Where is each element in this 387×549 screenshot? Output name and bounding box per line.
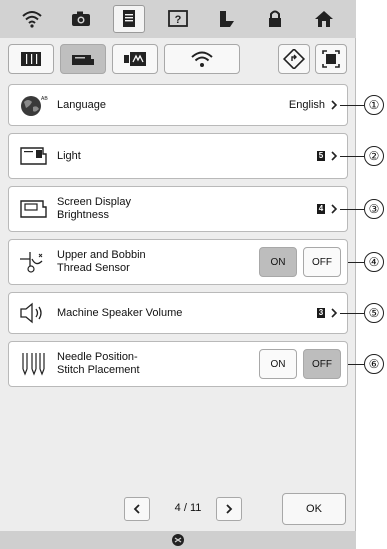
needle-position-off-button[interactable]: OFF <box>303 349 341 379</box>
speaker-volume-value: 3 <box>317 308 325 318</box>
machine-light-icon <box>20 147 47 165</box>
svg-text:?: ? <box>175 14 182 26</box>
lock-icon <box>269 10 282 27</box>
callout-leader <box>340 209 364 210</box>
callout-leader <box>348 364 364 365</box>
light-label: Light <box>57 149 81 162</box>
wifi-icon <box>191 51 213 67</box>
screen-brightness-label: Screen Display Brightness <box>57 196 131 221</box>
bookmark-icon <box>219 11 234 27</box>
speaker-volume-setting-row[interactable]: Machine Speaker Volume 3 <box>8 292 348 334</box>
language-setting-row[interactable]: ABC Language English <box>8 84 348 126</box>
sub-tab-machine[interactable] <box>60 44 106 74</box>
book-icon <box>21 52 41 66</box>
thread-sensor-on-button[interactable]: ON <box>259 247 297 277</box>
thread-sensor-setting-row: Upper and Bobbin Thread Sensor ON OFF <box>8 239 348 285</box>
chevron-left-icon <box>133 504 140 514</box>
wifi-icon <box>22 11 42 28</box>
callout-leader <box>340 313 364 314</box>
globe-icon: ABC <box>21 96 48 116</box>
machine-icon <box>72 55 94 65</box>
thread-sensor-icon <box>20 252 43 273</box>
callout-leader <box>340 105 364 106</box>
callout-4: ④ <box>364 252 384 272</box>
thread-sensor-label: Upper and Bobbin Thread Sensor <box>57 249 146 274</box>
screen-brightness-setting-row[interactable]: Screen Display Brightness 4 <box>8 186 348 232</box>
sub-tab-embroidery[interactable] <box>112 44 158 74</box>
svg-text:ABC: ABC <box>41 96 48 102</box>
next-page-button[interactable] <box>216 497 242 521</box>
document-icon <box>123 10 136 27</box>
reset-button[interactable] <box>278 44 310 74</box>
settings-tab[interactable] <box>113 5 146 33</box>
screen-capture-button[interactable] <box>315 44 347 74</box>
pattern-tab[interactable] <box>211 5 243 33</box>
chevron-right-icon <box>226 504 233 514</box>
lock-tab[interactable] <box>259 5 291 33</box>
chevron-right-icon <box>331 100 338 110</box>
camera-tab[interactable] <box>65 5 97 33</box>
callout-5: ⑤ <box>364 303 384 323</box>
sewing-machine-status-icon <box>172 534 184 546</box>
speaker-icon <box>20 302 42 324</box>
callout-leader <box>340 156 364 157</box>
light-setting-row[interactable]: Light 5 <box>8 133 348 179</box>
page-indicator: 4 / 11 <box>174 502 202 514</box>
sub-tab-network[interactable] <box>164 44 240 74</box>
top-tab-bar: ? <box>0 0 356 38</box>
previous-page-button[interactable] <box>124 497 150 521</box>
chevron-right-icon <box>331 204 338 214</box>
needle-position-on-button[interactable]: ON <box>259 349 297 379</box>
help-tab[interactable]: ? <box>162 5 194 33</box>
help-icon: ? <box>168 10 188 27</box>
screen-capture-icon <box>322 50 340 68</box>
status-bar <box>0 531 356 549</box>
machine-screen-icon <box>20 200 47 218</box>
home-icon <box>314 11 333 27</box>
sub-tab-general[interactable] <box>8 44 54 74</box>
camera-icon <box>71 11 90 26</box>
speaker-volume-label: Machine Speaker Volume <box>57 306 183 319</box>
callout-2: ② <box>364 146 384 166</box>
sub-tab-bar <box>8 42 348 76</box>
language-value: English <box>288 99 325 111</box>
chevron-right-icon <box>331 308 338 318</box>
light-value: 5 <box>317 151 325 161</box>
callout-6: ⑥ <box>364 354 384 374</box>
embroidery-frame-icon <box>124 52 146 66</box>
language-label: Language <box>57 98 106 111</box>
reset-icon <box>282 49 306 69</box>
screen-brightness-value: 4 <box>317 204 325 214</box>
home-tab[interactable] <box>308 5 340 33</box>
callout-leader <box>348 262 364 263</box>
ok-button[interactable]: OK <box>282 493 346 525</box>
needle-position-setting-row: Needle Position- Stitch Placement ON OFF <box>8 341 348 387</box>
chevron-right-icon <box>331 151 338 161</box>
callout-1: ① <box>364 95 384 115</box>
needle-position-label: Needle Position- Stitch Placement <box>57 351 140 376</box>
thread-sensor-off-button[interactable]: OFF <box>303 247 341 277</box>
wifi-tab[interactable] <box>16 5 48 33</box>
needle-icon <box>22 353 45 376</box>
settings-panel: ? ABC <box>0 0 356 549</box>
callout-3: ③ <box>364 199 384 219</box>
